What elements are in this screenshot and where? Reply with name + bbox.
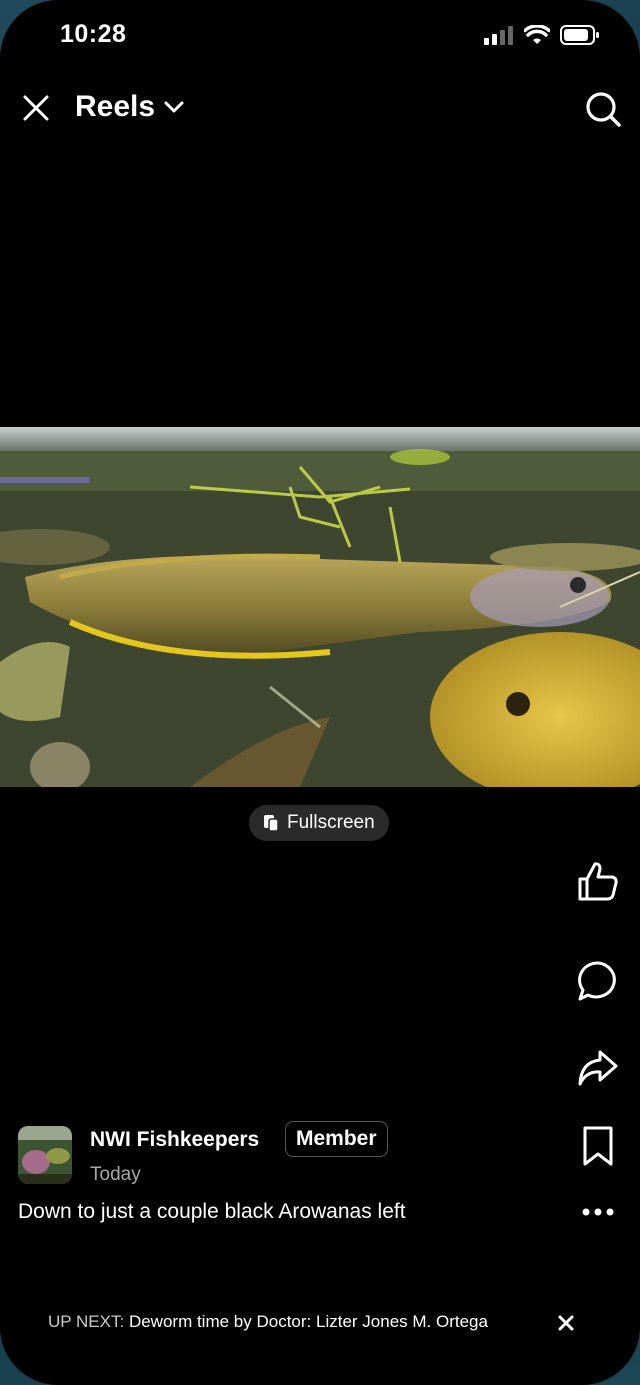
avatar-image	[18, 1126, 72, 1184]
close-icon[interactable]	[20, 92, 52, 124]
wifi-icon	[524, 25, 550, 44]
close-icon[interactable]	[556, 1313, 576, 1333]
member-badge: Member	[285, 1121, 388, 1157]
thumbs-up-icon[interactable]	[576, 859, 620, 903]
video-frame-image	[0, 427, 640, 787]
more-icon[interactable]	[576, 1190, 620, 1234]
share-icon[interactable]	[576, 1046, 620, 1090]
post-time: Today	[90, 1164, 141, 1185]
battery-icon	[560, 25, 599, 45]
reels-header: Reels	[0, 78, 640, 140]
chevron-down-icon	[164, 101, 184, 113]
fullscreen-button[interactable]: Fullscreen	[249, 805, 389, 841]
phone-screen: 10:28 Reels Fullscreen NWI Fishkeepers M…	[0, 0, 640, 1385]
author-name[interactable]: NWI Fishkeepers	[90, 1128, 259, 1152]
reels-title-dropdown[interactable]: Reels	[75, 90, 185, 124]
reel-video[interactable]	[0, 427, 640, 787]
up-next-banner[interactable]: UP NEXT: Deworm time by Doctor: Lizter J…	[48, 1312, 488, 1332]
up-next-label: UP NEXT:	[48, 1312, 125, 1331]
search-icon[interactable]	[584, 90, 622, 128]
post-caption[interactable]: Down to just a couple black Arowanas lef…	[18, 1200, 406, 1224]
bookmark-icon[interactable]	[576, 1124, 620, 1168]
status-time: 10:28	[60, 20, 127, 48]
avatar[interactable]	[18, 1126, 72, 1184]
up-next-title: Deworm time by Doctor: Lizter Jones M. O…	[128, 1312, 488, 1331]
page-title: Reels	[75, 90, 156, 123]
cellular-signal-icon	[484, 26, 513, 45]
fullscreen-icon	[264, 815, 279, 832]
status-icons	[484, 24, 600, 46]
comment-icon[interactable]	[576, 959, 620, 1003]
fullscreen-label: Fullscreen	[287, 812, 375, 833]
